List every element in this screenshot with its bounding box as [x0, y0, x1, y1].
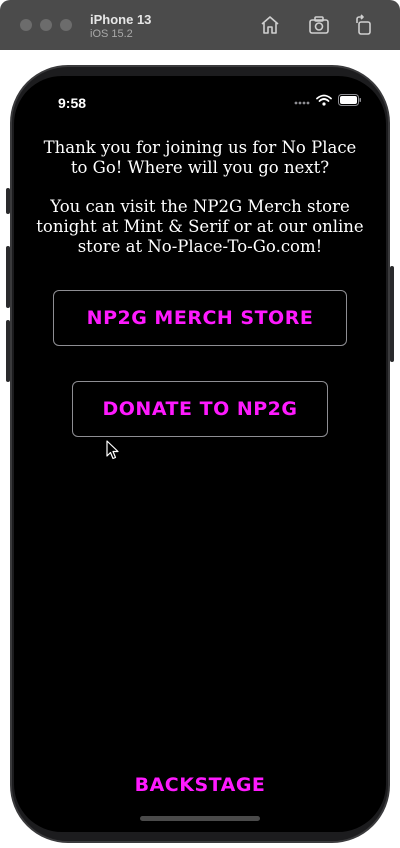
backstage-tab[interactable]: BACKSTAGE [14, 774, 386, 796]
volume-up-button [6, 246, 10, 308]
close-window-dot[interactable] [20, 19, 32, 31]
home-indicator [140, 816, 260, 821]
status-icons [294, 93, 362, 111]
device-name: iPhone 13 [90, 12, 152, 27]
home-icon[interactable] [258, 13, 282, 37]
merch-store-button[interactable]: NP2G MERCH STORE [53, 290, 347, 346]
minimize-window-dot[interactable] [40, 19, 52, 31]
wifi-icon [316, 93, 332, 111]
volume-down-button [6, 320, 10, 382]
os-version: iOS 15.2 [90, 28, 133, 40]
merch-info-text: You can visit the NP2G Merch store tonig… [36, 197, 364, 256]
zoom-window-dot[interactable] [60, 19, 72, 31]
screenshot-icon[interactable] [307, 13, 331, 37]
simulator-toolbar: iPhone 13 iOS 15.2 [0, 0, 400, 50]
donate-button[interactable]: DONATE TO NP2G [72, 381, 328, 437]
thank-you-text: Thank you for joining us for No Place to… [43, 138, 357, 177]
simulator-window: iPhone 13 iOS 15.2 9:58 Thank you for jo… [0, 0, 400, 848]
thank-you-message: Thank you for joining us for No Place to… [34, 138, 366, 276]
battery-icon [338, 93, 362, 111]
power-button [390, 266, 394, 362]
signal-dots-icon [294, 93, 310, 111]
mouse-cursor-icon [106, 440, 120, 460]
donate-label: DONATE TO NP2G [102, 398, 298, 420]
phone-screen: 9:58 Thank you for joining us for No Pla… [14, 76, 386, 832]
mute-switch [6, 188, 10, 214]
rotate-icon[interactable] [352, 13, 376, 37]
status-time: 9:58 [58, 95, 87, 111]
merch-store-label: NP2G MERCH STORE [86, 307, 314, 329]
